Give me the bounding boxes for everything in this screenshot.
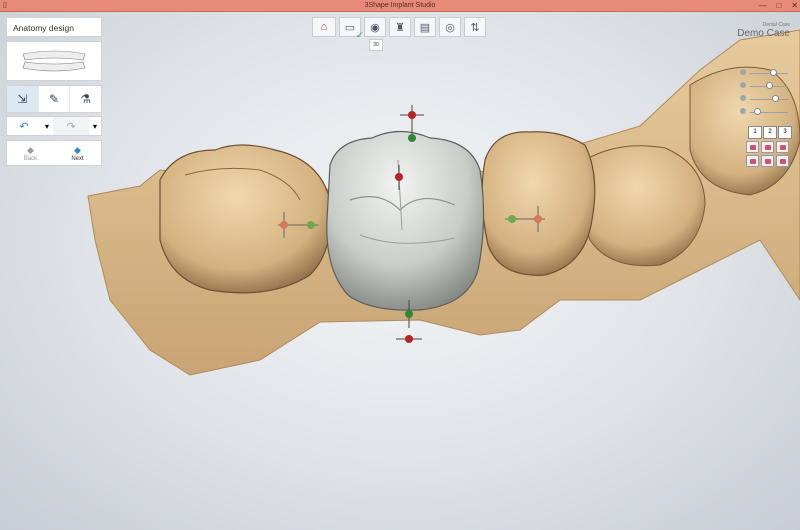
slider-knob[interactable] (772, 95, 779, 102)
move-tool-icon[interactable]: ⇲ (7, 86, 39, 112)
view-back-icon[interactable] (776, 141, 789, 153)
slider-row (740, 94, 792, 107)
anatomy-panel: Anatomy design ⇲ ✎ ⚗ ↶ ▾ ↷ ▾ ◆ Back ◆ Ne… (6, 17, 102, 166)
disc-icon[interactable]: ◎ (439, 17, 461, 37)
slider-knob[interactable] (770, 69, 777, 76)
workflow-toolbar: ⌂ ▭ ◉ ♜ ▤ ◎ ⇅ (312, 17, 486, 37)
tool-row: ⇲ ✎ ⚗ (6, 85, 102, 113)
view-left-icon[interactable] (746, 155, 759, 167)
slider-knob[interactable] (766, 82, 773, 89)
case-info: Dental Case Demo Case (737, 22, 790, 39)
arrows-icon[interactable]: ⇅ (464, 17, 486, 37)
jaw-preview[interactable] (6, 41, 102, 81)
model-viewport[interactable] (0, 0, 800, 530)
transparency-sliders (740, 68, 792, 120)
printer-icon[interactable]: ▤ (414, 17, 436, 37)
implant-icon[interactable]: ♜ (389, 17, 411, 37)
view-top-icon[interactable] (761, 141, 774, 153)
undo-redo-row: ↶ ▾ ↷ ▾ (6, 116, 102, 136)
molar-right-mid (580, 145, 706, 267)
pencil-tool-icon[interactable]: ✎ (39, 86, 71, 112)
slider-row (740, 107, 792, 120)
slider-row (740, 81, 792, 94)
undo-dropdown-icon[interactable]: ▾ (41, 117, 53, 135)
molar-left (159, 144, 332, 294)
patient-name: Demo Case (737, 28, 790, 39)
home-icon[interactable]: ⌂ (312, 17, 336, 37)
premolar-right (481, 131, 596, 276)
slider-knob[interactable] (754, 108, 761, 115)
undo-icon[interactable]: ↶ (7, 117, 41, 135)
crown-model (326, 130, 485, 311)
view-2-button[interactable]: 2 (763, 126, 777, 139)
redo-dropdown-icon[interactable]: ▾ (89, 117, 101, 135)
next-arrow-icon: ◆ (74, 144, 81, 155)
check-icon: ✓ (356, 30, 364, 40)
panel-title: Anatomy design (6, 17, 102, 37)
view-1-button[interactable]: 1 (748, 126, 762, 139)
back-arrow-icon: ◆ (27, 144, 34, 155)
view-3-button[interactable]: 3 (778, 126, 792, 139)
next-label: Next (71, 155, 84, 162)
next-button[interactable]: ◆ Next (54, 141, 101, 165)
view-front-icon[interactable] (746, 141, 759, 153)
slider-row (740, 68, 792, 81)
dentition-preview-icon (22, 50, 86, 72)
navigation-row: ◆ Back ◆ Next (6, 140, 102, 166)
lower-jaw-icon (740, 69, 746, 75)
view-right-icon[interactable] (776, 155, 789, 167)
crown-icon (740, 95, 746, 101)
step-badge: 30 (369, 39, 383, 51)
spray-tool-icon[interactable]: ⚗ (70, 86, 101, 112)
tooth-icon[interactable]: ◉ (364, 17, 386, 37)
implant-view-icon (740, 108, 746, 114)
view-number-buttons: 1 2 3 (748, 126, 792, 139)
upper-jaw-icon (740, 82, 746, 88)
view-bottom-icon[interactable] (761, 155, 774, 167)
back-label: Back (23, 155, 38, 162)
back-button[interactable]: ◆ Back (7, 141, 54, 165)
redo-icon[interactable]: ↷ (53, 117, 89, 135)
view-orientation-grid (746, 141, 789, 167)
